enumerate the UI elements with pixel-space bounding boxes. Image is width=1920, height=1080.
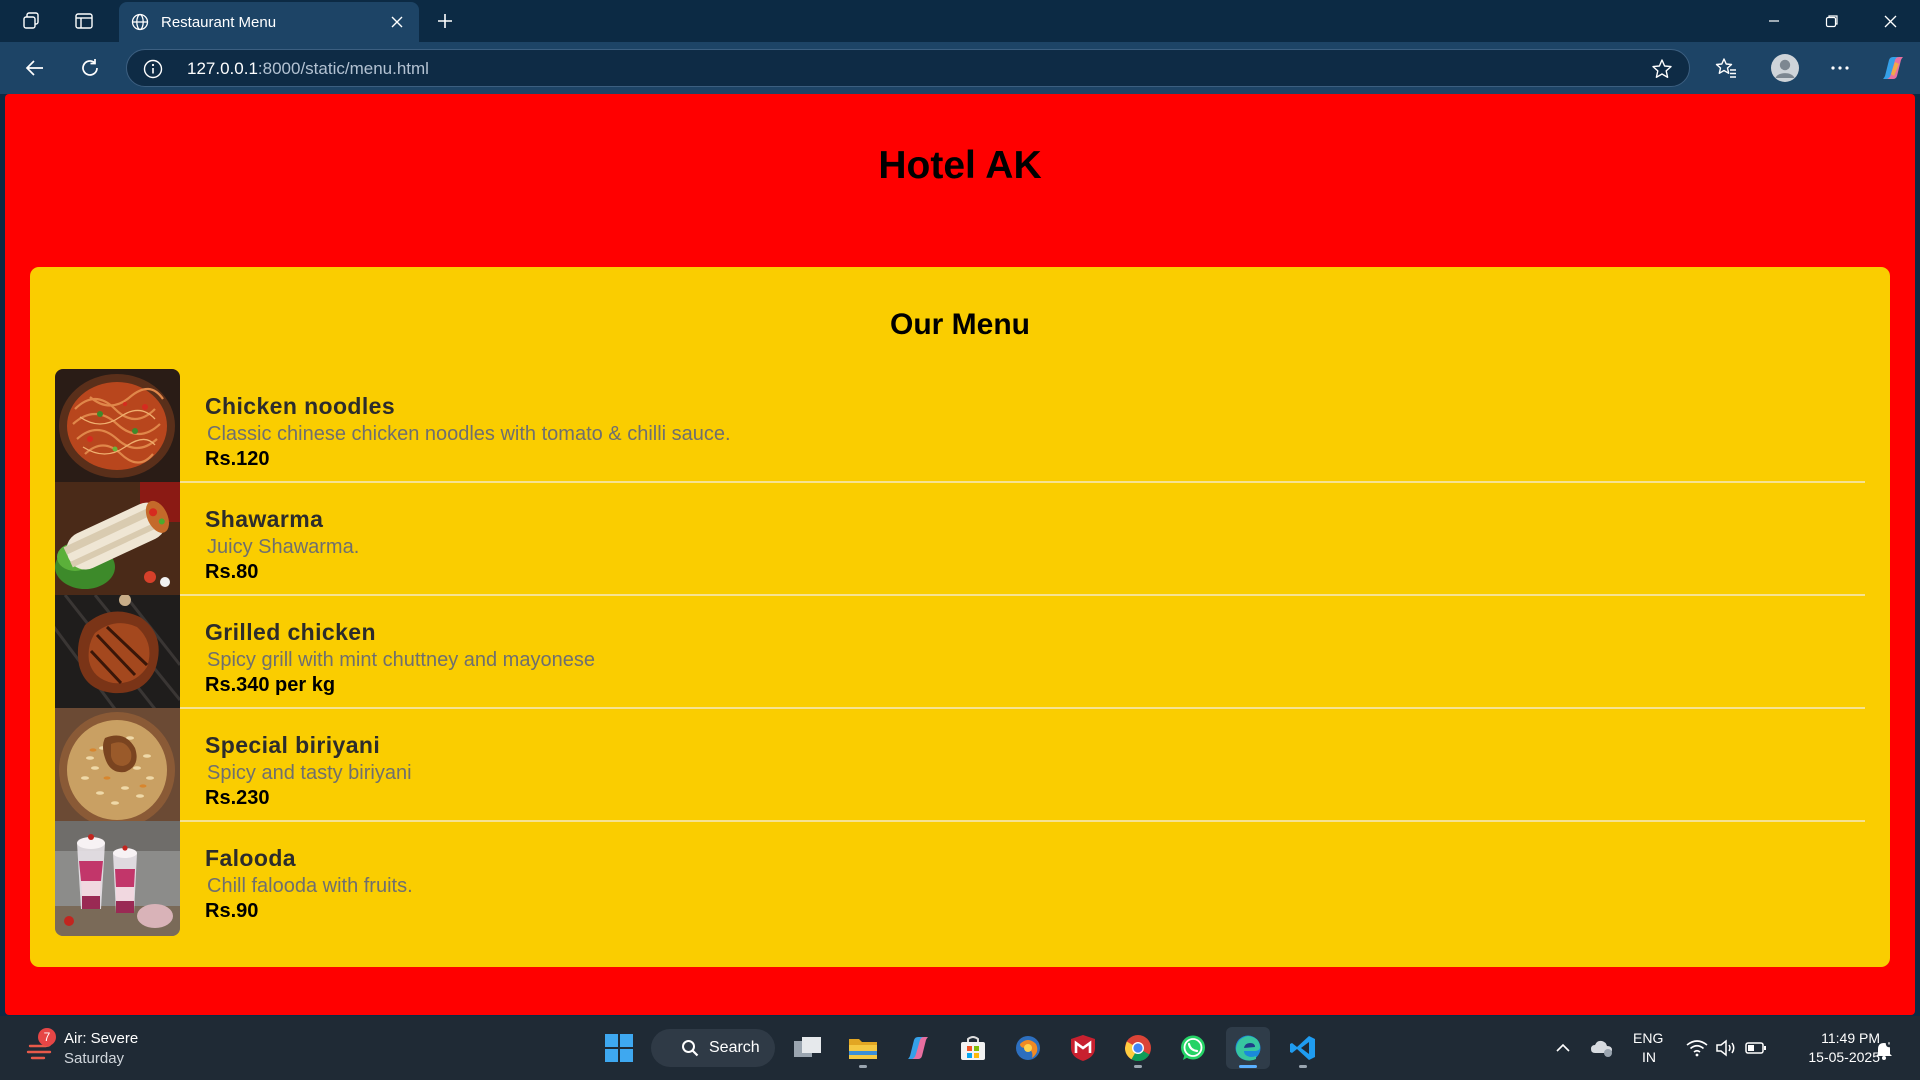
site-title: Hotel AK	[878, 144, 1042, 187]
item-name: Grilled chicken	[205, 619, 376, 645]
tab-actions-icon[interactable]	[72, 9, 96, 33]
browser-tab-bar: Restaurant Menu	[0, 0, 1920, 42]
falooda-image	[55, 821, 180, 936]
running-indicator	[1134, 1065, 1142, 1068]
item-name: Shawarma	[205, 506, 324, 532]
wifi-icon[interactable]	[1685, 1036, 1709, 1060]
restore-button[interactable]	[1803, 0, 1861, 42]
favorite-star-icon[interactable]	[1651, 58, 1673, 80]
copilot-icon[interactable]	[1879, 54, 1907, 82]
search-icon	[681, 1039, 699, 1057]
refresh-button[interactable]	[76, 54, 104, 82]
whatsapp-icon[interactable]	[1171, 1027, 1215, 1069]
favorites-icon[interactable]	[1712, 54, 1740, 82]
chrome-icon[interactable]	[1116, 1027, 1160, 1069]
url-path: :8000/static/menu.html	[257, 59, 429, 78]
weather-day: Saturday	[64, 1050, 125, 1067]
item-description: Classic chinese chicken noodles with tom…	[207, 423, 731, 445]
edge-icon[interactable]	[1226, 1027, 1270, 1069]
volume-icon[interactable]	[1714, 1036, 1738, 1060]
running-indicator	[1299, 1065, 1307, 1068]
tab-title: Restaurant Menu	[161, 13, 277, 31]
menu-item-chicken-noodles: Chicken noodles Classic chinese chicken …	[55, 369, 1865, 483]
site-info-icon[interactable]	[143, 59, 163, 79]
language-code[interactable]: ENG	[1633, 1030, 1663, 1046]
item-price: Rs.120	[205, 448, 270, 470]
active-indicator	[1239, 1065, 1257, 1068]
taskbar: 7 Air: Severe Saturday Search ENG IN 11:…	[0, 1016, 1920, 1080]
browser-toolbar: 127.0.0.1:8000/static/menu.html	[0, 42, 1920, 94]
tab-restaurant-menu[interactable]: Restaurant Menu	[119, 2, 419, 42]
item-description: Spicy grill with mint chuttney and mayon…	[207, 649, 595, 671]
onedrive-icon[interactable]	[1590, 1036, 1614, 1060]
weather-widget[interactable]: 7 Air: Severe Saturday	[24, 1028, 164, 1070]
shawarma-image	[55, 482, 180, 596]
language-region[interactable]: IN	[1642, 1049, 1656, 1065]
special-biriyani-image	[55, 708, 180, 822]
more-options-icon[interactable]	[1826, 54, 1854, 82]
address-bar[interactable]: 127.0.0.1:8000/static/menu.html	[126, 49, 1690, 87]
minimize-button[interactable]	[1745, 0, 1803, 42]
chevron-up-icon[interactable]	[1551, 1036, 1575, 1060]
close-tab-icon[interactable]	[387, 12, 407, 32]
item-price: Rs.90	[205, 900, 259, 922]
vscode-icon[interactable]	[1281, 1027, 1325, 1069]
new-tab-button[interactable]	[431, 9, 459, 33]
item-description: Chill falooda with fruits.	[207, 875, 413, 897]
item-name: Falooda	[205, 845, 296, 871]
profile-avatar[interactable]	[1769, 52, 1801, 84]
file-explorer-icon[interactable]	[841, 1027, 885, 1069]
close-window-button[interactable]	[1861, 0, 1919, 42]
url-host: 127.0.0.1	[187, 59, 258, 78]
clock-date[interactable]: 15-05-2025	[1786, 1049, 1880, 1065]
menu-card: Our Menu Chicken noodles Classic chinese…	[30, 267, 1890, 967]
microsoft-store-icon[interactable]	[951, 1027, 995, 1069]
start-button[interactable]	[597, 1027, 641, 1069]
item-price: Rs.340 per kg	[205, 674, 336, 696]
chicken-noodles-image	[55, 369, 180, 483]
menu-item-shawarma: Shawarma Juicy Shawarma. Rs.80	[55, 482, 1865, 596]
item-price: Rs.80	[205, 561, 259, 583]
menu-item-falooda: Falooda Chill falooda with fruits. Rs.90	[55, 821, 1865, 936]
menu-item-special-biriyani: Special biriyani Spicy and tasty biriyan…	[55, 708, 1865, 822]
item-name: Chicken noodles	[205, 393, 396, 419]
running-indicator	[859, 1065, 867, 1068]
workspaces-icon[interactable]	[20, 9, 44, 33]
back-button[interactable]	[21, 54, 49, 82]
item-description: Juicy Shawarma.	[207, 536, 360, 558]
search-label: Search	[709, 1039, 760, 1056]
mcafee-icon[interactable]	[1061, 1027, 1105, 1069]
item-name: Special biriyani	[205, 732, 381, 758]
weather-title: Air: Severe	[64, 1030, 139, 1047]
menu-item-grilled-chicken: Grilled chicken Spicy grill with mint ch…	[55, 595, 1865, 709]
taskbar-search[interactable]: Search	[651, 1029, 775, 1067]
browser-app-icon[interactable]	[1006, 1027, 1050, 1069]
page-viewport: Hotel AK Our Menu Chicken noodles Classi…	[5, 94, 1915, 1015]
url-text[interactable]: 127.0.0.1:8000/static/menu.html	[187, 59, 429, 79]
clock-time[interactable]: 11:49 PM	[1798, 1030, 1880, 1046]
task-view-icon[interactable]	[786, 1027, 830, 1069]
copilot-app-icon[interactable]	[896, 1027, 940, 1069]
globe-icon	[131, 13, 149, 31]
menu-title: Our Menu	[890, 308, 1030, 341]
item-price: Rs.230	[205, 787, 270, 809]
battery-icon[interactable]	[1744, 1036, 1768, 1060]
weather-alert-badge: 7	[38, 1028, 56, 1046]
grilled-chicken-image	[55, 595, 180, 709]
item-description: Spicy and tasty biriyani	[207, 762, 412, 784]
notification-bell-icon[interactable]	[1872, 1038, 1896, 1062]
